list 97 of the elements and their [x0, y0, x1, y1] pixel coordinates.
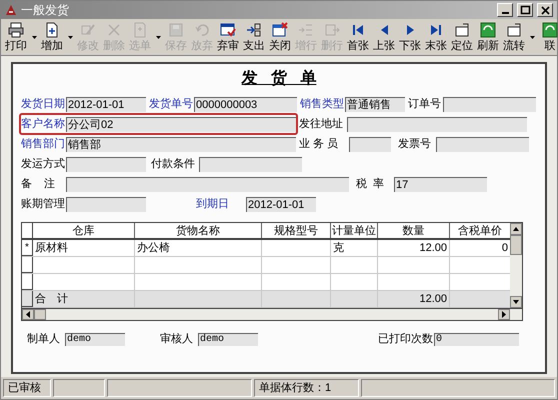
minimize-icon [502, 12, 508, 14]
table-cell: 12.00 [378, 291, 450, 307]
toolbar-button[interactable]: 支出 [242, 21, 266, 53]
window-check-icon [220, 22, 236, 38]
minimize-button[interactable] [497, 3, 513, 17]
toolbar-button[interactable]: 打印 [4, 21, 28, 53]
column-header[interactable]: 仓库 [33, 223, 135, 238]
input-field[interactable] [66, 156, 146, 172]
column-header[interactable]: 货物名称 [135, 223, 262, 238]
field-label: 客户名称 [21, 116, 66, 132]
caret-icon [530, 36, 534, 38]
input-field[interactable] [347, 116, 527, 132]
field-label: 发往地址 [299, 116, 344, 132]
folder-icon [506, 22, 522, 38]
input-field[interactable]: 0000000003 [194, 96, 297, 112]
input-field[interactable]: 0 [434, 332, 519, 346]
printer-icon [8, 22, 24, 38]
status-text: 已审核 [3, 379, 51, 397]
input-field[interactable] [436, 136, 529, 152]
field-label: 账期管理 [21, 196, 66, 212]
toolbar-button[interactable]: 弃审 [216, 21, 240, 53]
field-label: 付款条件 [151, 156, 196, 172]
folder-icon [454, 22, 470, 38]
maximize-button[interactable] [517, 3, 533, 17]
undo-icon [194, 22, 210, 38]
field-label: 发票号 [398, 136, 432, 152]
field-label: 制单人 [27, 332, 61, 347]
input-field[interactable]: 普通销售 [345, 96, 405, 112]
last-icon [428, 22, 444, 38]
field-label: 发货日期 [21, 96, 66, 112]
input-field[interactable] [66, 196, 146, 212]
table-cell: 克 [331, 240, 378, 256]
input-field[interactable]: 17 [394, 176, 487, 192]
field-label: 订单号 [408, 96, 442, 112]
input-field[interactable]: demo [65, 332, 125, 346]
scroll-thumb[interactable] [34, 309, 46, 320]
table-cell: 原材料 [33, 240, 135, 256]
window-cross-icon [272, 22, 288, 38]
column-header[interactable]: 计量单位 [331, 223, 378, 238]
total-label: 合 计 [33, 291, 135, 307]
arrow-boxes-icon [246, 22, 262, 38]
maximize-icon [518, 4, 532, 16]
field-label: 审核人 [160, 332, 194, 347]
toolbar-button[interactable]: 上张 [372, 21, 396, 53]
app-icon [5, 4, 17, 16]
field-label: 已打印次数 [378, 332, 434, 347]
page-plus-icon [44, 22, 60, 38]
caret-icon [156, 36, 160, 38]
status-text: 单据体行数：1 [254, 379, 359, 397]
field-label: 业 务 员 [299, 136, 340, 152]
input-field[interactable] [66, 176, 349, 192]
caret-icon [68, 36, 72, 38]
toolbar-button[interactable]: 关闭 [268, 21, 292, 53]
toolbar-button[interactable]: 增加 [40, 21, 64, 53]
field-label: 到期日 [196, 196, 230, 212]
first-icon [350, 22, 366, 38]
close-button[interactable] [537, 3, 553, 17]
refresh-icon [542, 22, 558, 38]
input-field[interactable]: 销售部 [66, 136, 296, 152]
toolbar-button[interactable]: 末张 [424, 21, 448, 53]
caret-icon [32, 36, 36, 38]
row-insert-icon [298, 22, 314, 38]
input-field[interactable]: 分公司02 [66, 116, 296, 132]
scroll-up-icon [510, 223, 522, 235]
field-label: 发货单号 [149, 96, 194, 112]
cross-icon [106, 22, 122, 38]
toolbar-button[interactable]: 下张 [398, 21, 422, 53]
input-field[interactable] [349, 136, 391, 152]
scroll-thumb[interactable] [510, 235, 522, 255]
horizontal-scrollbar[interactable] [22, 308, 522, 320]
table-cell: 12.00 [378, 240, 450, 256]
vertical-scrollbar[interactable] [510, 223, 522, 308]
field-label: 备 注 [21, 176, 56, 192]
input-field[interactable] [199, 156, 302, 172]
column-header[interactable]: 规格型号 [262, 223, 331, 238]
toolbar-button[interactable]: 首张 [346, 21, 370, 53]
status-panel [53, 379, 105, 397]
field-label: 销售部门 [21, 136, 66, 152]
input-field[interactable] [443, 96, 536, 112]
refresh-icon [480, 22, 496, 38]
field-label: 销售类型 [300, 96, 345, 112]
input-field[interactable]: 2012-01-01 [66, 96, 146, 112]
table-cell: 办公椅 [135, 240, 262, 256]
field-label: 发运方式 [21, 156, 66, 172]
input-field[interactable]: 2012-01-01 [246, 196, 316, 212]
input-field[interactable]: demo [198, 332, 258, 346]
toolbar-button[interactable]: 流转 [502, 21, 526, 53]
toolbar-button[interactable]: 联 [538, 21, 558, 53]
field-label: 税 率 [356, 176, 386, 192]
toolbar-button[interactable]: 定位 [450, 21, 474, 53]
row-delete-icon [324, 22, 340, 38]
toolbar-button[interactable]: 刷新 [476, 21, 500, 53]
column-header[interactable]: 数量 [378, 223, 450, 238]
close-icon [538, 4, 552, 16]
page-icon [132, 22, 148, 38]
form-title: 发 货 单 [242, 68, 316, 89]
window-title: 一般发货 [21, 2, 70, 19]
